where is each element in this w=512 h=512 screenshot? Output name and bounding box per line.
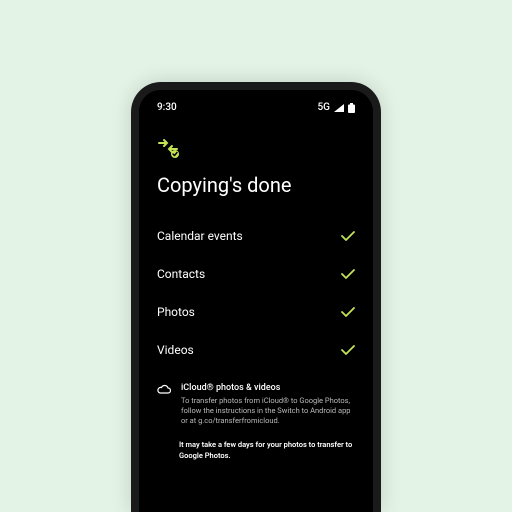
list-item: Contacts: [157, 267, 355, 281]
transfer-list: Calendar events Contacts Photos Videos: [157, 229, 355, 357]
list-item-label: Calendar events: [157, 229, 243, 243]
icloud-info: iCloud® photos & videos To transfer phot…: [157, 383, 355, 426]
check-icon: [341, 231, 355, 241]
icloud-info-body: To transfer photos from iCloud® to Googl…: [181, 396, 355, 426]
cloud-icon: [157, 384, 171, 426]
list-item: Calendar events: [157, 229, 355, 243]
battery-icon: [348, 103, 355, 113]
check-icon: [341, 345, 355, 355]
status-right: 5G: [318, 102, 356, 113]
status-network: 5G: [318, 102, 331, 113]
screen: 9:30 5G Copying's done: [139, 90, 373, 512]
list-item: Videos: [157, 343, 355, 357]
list-item: Photos: [157, 305, 355, 319]
check-icon: [341, 269, 355, 279]
phone-frame: 9:30 5G Copying's done: [131, 82, 381, 512]
status-time: 9:30: [157, 102, 177, 113]
check-icon: [341, 307, 355, 317]
list-item-label: Photos: [157, 305, 195, 319]
page-title: Copying's done: [157, 173, 355, 197]
list-item-label: Videos: [157, 343, 194, 357]
footer-note: It may take a few days for your photos t…: [157, 440, 355, 460]
status-bar: 9:30 5G: [157, 102, 355, 113]
transfer-done-icon: [157, 137, 355, 159]
icloud-info-text: iCloud® photos & videos To transfer phot…: [181, 383, 355, 426]
list-item-label: Contacts: [157, 267, 205, 281]
icloud-info-title: iCloud® photos & videos: [181, 383, 355, 393]
signal-icon: [334, 104, 344, 112]
